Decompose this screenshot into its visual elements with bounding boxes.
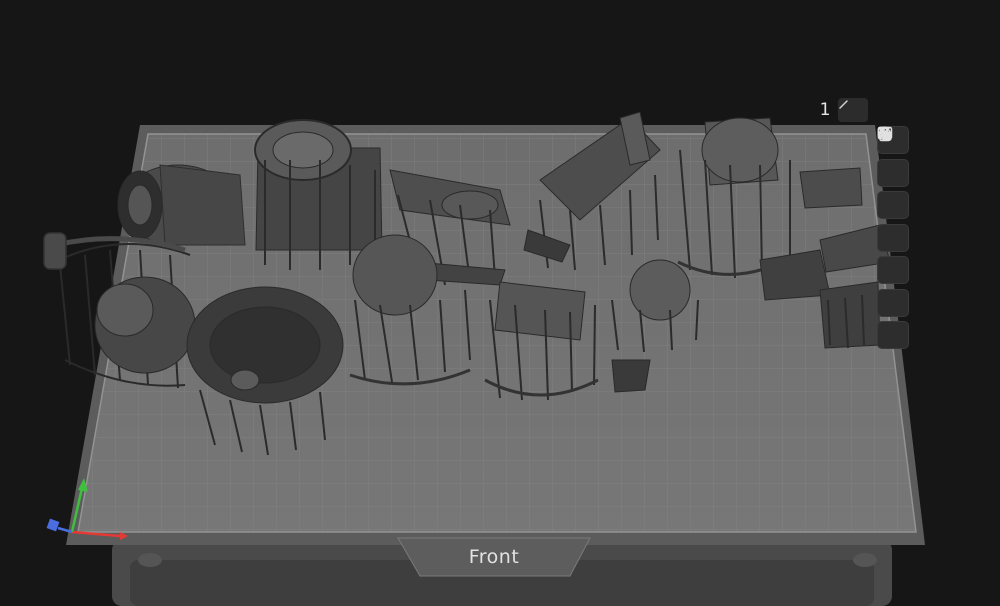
add-icon <box>877 126 891 140</box>
object-toolbar <box>877 126 911 354</box>
model-barrel[interactable] <box>117 164 246 246</box>
pencil-icon <box>839 100 848 109</box>
edit-count-button[interactable] <box>838 98 868 122</box>
supports-button[interactable] <box>877 127 909 317</box>
front-label: Front <box>468 546 520 568</box>
3d-viewport[interactable]: 1 Front <box>0 0 1000 606</box>
object-count: 1 <box>819 100 831 120</box>
rotate-view-button[interactable] <box>877 127 909 187</box>
duplicate-button[interactable] <box>877 126 909 252</box>
layout-button[interactable] <box>877 126 909 219</box>
unlock-button[interactable] <box>877 126 909 284</box>
add-button[interactable] <box>877 126 909 349</box>
